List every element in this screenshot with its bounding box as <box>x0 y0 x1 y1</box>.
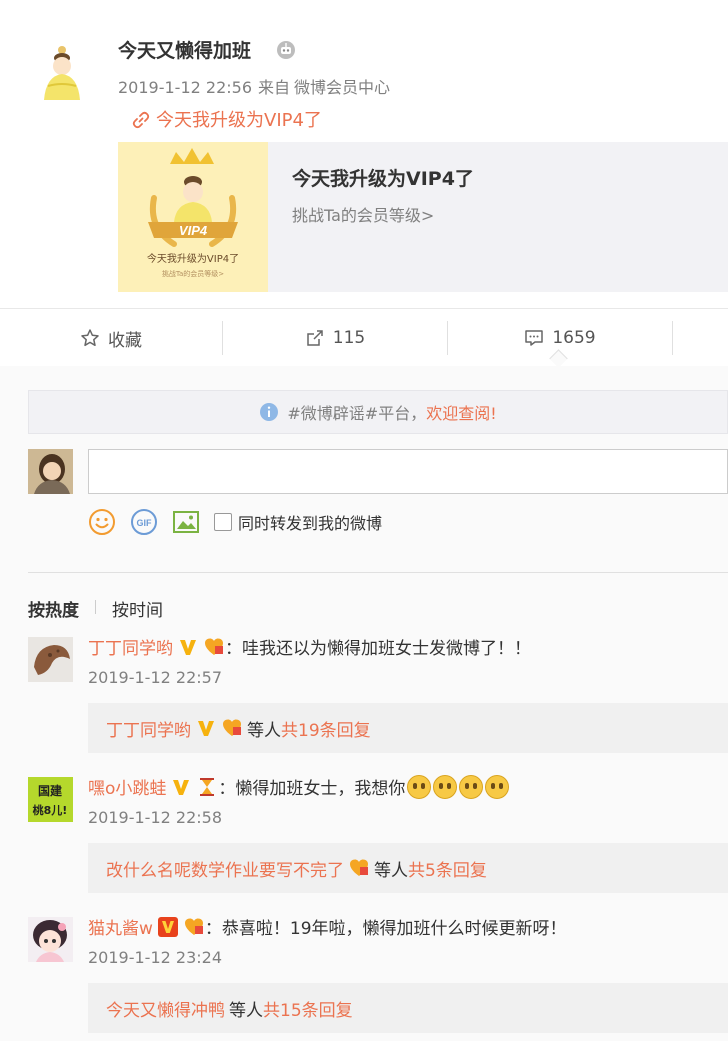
crying-emoji-icon <box>485 774 510 799</box>
member-badge-icon <box>205 638 223 655</box>
card-thumb-subcaption: 挑战Ta的会员等级> <box>162 269 224 278</box>
share-card[interactable]: VIP4 今天我升级为VIP4了 挑战Ta的会员等级> 今天我升级为VIP4了 … <box>118 142 728 292</box>
post-text-link-label: 今天我升级为VIP4了 <box>156 110 322 131</box>
card-thumb-badge: VIP4 <box>179 223 208 238</box>
notice-text: #微博辟谣#平台， <box>287 404 427 423</box>
section-divider <box>28 572 728 573</box>
post-meta: 2019-1-12 22:56 来自 微博会员中心 <box>118 74 396 98</box>
comment-username[interactable]: 猫丸酱w <box>88 914 153 939</box>
avatar-text-bottom: 桃8儿! <box>33 803 68 817</box>
comment-line: 嘿o小跳蛙 ：懒得加班女士，我想你 <box>88 774 510 799</box>
vip-v-icon <box>180 639 196 655</box>
comment-count: 1659 <box>552 328 596 348</box>
star-icon <box>81 329 99 347</box>
svg-text:GIF: GIF <box>137 518 153 528</box>
comment-line: 丁丁同学哟 ：哇我还以为懒得加班女士发微博了！！ <box>88 634 531 659</box>
comment-text: ：懒得加班女士，我想你 <box>218 779 406 799</box>
author-avatar[interactable] <box>38 42 86 102</box>
post-time[interactable]: 2019-1-12 22:56 <box>118 78 252 97</box>
card-title[interactable]: 今天我升级为VIP4了 <box>292 164 474 191</box>
reply-count-link[interactable]: 共19条回复 <box>281 716 371 741</box>
share-icon <box>307 330 323 346</box>
vip-v-icon <box>157 916 178 937</box>
action-separator <box>672 321 673 355</box>
reply-username[interactable]: 丁丁同学哟 <box>106 716 191 741</box>
sort-by-time-tab[interactable]: 按时间 <box>112 596 163 621</box>
crying-emoji-icon <box>407 774 432 799</box>
reply-mid-text: 等人 <box>229 1000 263 1021</box>
repost-button[interactable]: 115 <box>223 309 447 367</box>
reply-count-link[interactable]: 共5条回复 <box>408 856 487 881</box>
reply-count-link[interactable]: 共15条回复 <box>263 996 353 1021</box>
link-icon <box>132 111 150 129</box>
comment-time: 2019-1-12 22:57 <box>88 668 222 687</box>
action-bar: 收藏 115 1659 <box>0 308 728 368</box>
reply-mid-text: 等人 <box>374 860 408 881</box>
comment-icon <box>525 330 544 346</box>
avatar-text-top: 国建 <box>38 783 63 798</box>
card-subtitle[interactable]: 挑战Ta的会员等级> <box>292 202 434 226</box>
crying-emoji-icon <box>459 774 484 799</box>
author-name[interactable]: 今天又懒得加班 <box>118 36 251 63</box>
post-source[interactable]: 微博会员中心 <box>294 78 390 97</box>
rumor-notice[interactable]: #微博辟谣#平台， 欢迎查阅! <box>28 390 728 434</box>
reply-summary[interactable]: 丁丁同学哟 等人 共19条回复 <box>88 703 728 753</box>
card-thumb-caption: 今天我升级为VIP4了 <box>147 252 239 265</box>
reply-summary[interactable]: 改什么名呢数学作业要写不完了 等人 共5条回复 <box>88 843 728 893</box>
reply-mid-text: 等人 <box>247 720 281 741</box>
comment-avatar[interactable]: 国建 桃8儿! <box>28 777 73 822</box>
comment-time: 2019-1-12 23:24 <box>88 948 222 967</box>
vip-v-icon <box>198 721 214 736</box>
comment-time: 2019-1-12 22:58 <box>88 808 222 827</box>
smile-icon[interactable] <box>88 508 116 536</box>
my-avatar[interactable] <box>28 449 73 494</box>
hourglass-icon <box>200 777 215 796</box>
card-thumbnail: VIP4 今天我升级为VIP4了 挑战Ta的会员等级> <box>118 142 268 292</box>
favorite-label: 收藏 <box>108 330 142 351</box>
reply-username[interactable]: 今天又懒得冲鸭 <box>106 996 225 1021</box>
repost-count: 115 <box>332 328 366 348</box>
member-badge-icon <box>223 719 241 736</box>
composer-toolbar: GIF 同时转发到我的微博 <box>88 508 382 536</box>
forward-label[interactable]: 同时转发到我的微博 <box>238 510 382 534</box>
notice-link[interactable]: 欢迎查阅! <box>426 400 496 424</box>
comment-line: 猫丸酱w ：恭喜啦！19年啦，懒得加班什么时候更新呀！ <box>88 914 567 939</box>
crying-emoji-icon <box>433 774 458 799</box>
member-badge-icon <box>184 918 203 935</box>
favorite-button[interactable]: 收藏 <box>0 309 222 367</box>
sort-by-hot-tab[interactable]: 按热度 <box>28 596 79 621</box>
comment-input[interactable] <box>88 449 728 494</box>
robot-icon <box>276 40 296 60</box>
forward-checkbox[interactable] <box>214 513 232 531</box>
member-badge-icon <box>350 859 368 876</box>
comment-username[interactable]: 嘿o小跳蛙 <box>88 774 166 799</box>
sort-separator <box>95 600 96 614</box>
reply-username[interactable]: 改什么名呢数学作业要写不完了 <box>106 856 344 881</box>
info-icon <box>260 403 279 421</box>
post-text-link[interactable]: 今天我升级为VIP4了 <box>132 106 322 132</box>
gif-icon[interactable]: GIF <box>130 508 158 536</box>
comment-avatar[interactable] <box>28 637 73 682</box>
image-icon[interactable] <box>172 508 200 536</box>
source-prefix: 来自 <box>258 78 291 97</box>
comment-text: ：恭喜啦！19年啦，懒得加班什么时候更新呀！ <box>204 919 567 939</box>
vip-v-icon <box>173 779 190 795</box>
comment-avatar[interactable] <box>28 917 73 962</box>
reply-summary[interactable]: 今天又懒得冲鸭 等人 共15条回复 <box>88 983 728 1033</box>
comment-username[interactable]: 丁丁同学哟 <box>88 634 173 659</box>
comment-text: ：哇我还以为懒得加班女士发微博了！！ <box>225 639 531 659</box>
